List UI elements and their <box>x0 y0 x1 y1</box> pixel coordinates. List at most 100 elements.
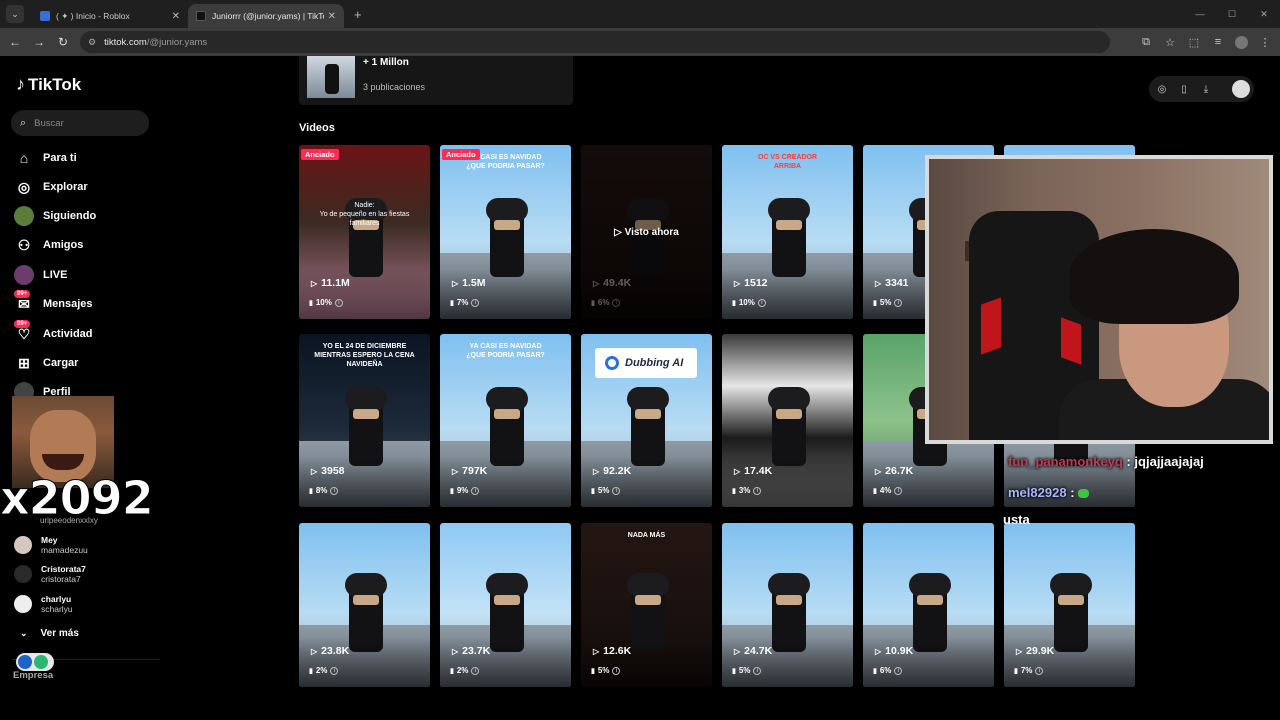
collection-thumbnail <box>307 56 355 98</box>
reload-icon[interactable]: ↻ <box>51 35 75 49</box>
engagement-rate: ▮ 3% i <box>732 486 762 495</box>
video-card[interactable]: ▷ 24.7K ▮ 5% i <box>722 523 853 687</box>
search-input[interactable]: ⌕ Buscar <box>11 110 149 136</box>
play-icon: ▷ <box>452 466 459 476</box>
collection-card[interactable]: + 1 Millon 3 publicaciones <box>299 56 573 105</box>
info-icon[interactable]: i <box>894 666 903 675</box>
bar-chart-icon: ▮ <box>873 667 877 675</box>
info-icon[interactable]: i <box>757 298 766 307</box>
play-icon: ▷ <box>593 278 600 288</box>
back-icon[interactable]: ← <box>3 35 27 49</box>
sidebar-item-explorar[interactable]: ◎ Explorar <box>14 177 88 197</box>
view-count: ▷ 1512 <box>734 277 768 289</box>
view-count: ▷ 23.7K <box>452 645 490 657</box>
close-tab-icon[interactable]: ✕ <box>172 11 180 22</box>
chat-text: : jqjajjaajajaj <box>1126 454 1204 469</box>
video-card[interactable]: OC VS CREADOR ARRIBA ▷ 1512 ▮ 10% i <box>722 145 853 319</box>
business-apps-icon[interactable] <box>16 653 54 671</box>
engagement-value: 5% <box>597 486 610 495</box>
video-card[interactable]: NADA MÁS ▷ 12.6K ▮ 5% i <box>581 523 712 687</box>
close-window-icon[interactable]: ✕ <box>1248 9 1280 20</box>
info-icon[interactable]: i <box>334 298 343 307</box>
engagement-value: 5% <box>738 666 751 675</box>
video-card[interactable]: YA CASI ES NAVIDAD ¿QUE PODRIA PASAR? ▷ 797… <box>440 334 571 507</box>
sidebar-item-cargar[interactable]: ⊞ Cargar <box>14 353 78 373</box>
mobile-icon[interactable]: ▯ <box>1179 84 1189 95</box>
info-icon[interactable]: i <box>612 486 621 495</box>
chat-text: : <box>1070 485 1075 500</box>
browser-menu-icon[interactable]: ⋮ <box>1258 36 1272 49</box>
engagement-value: 2% <box>315 666 328 675</box>
browser-tab-tiktok[interactable]: Juniorrr (@junior.yams) | TikTok ✕ <box>188 4 344 28</box>
video-card[interactable]: ▷ Visto ahora ▷ 49.4K ▮ 6% i <box>581 145 712 319</box>
sidebar-item-mensajes[interactable]: ✉ 99+ Mensajes <box>14 290 93 314</box>
user-avatar-icon[interactable] <box>1232 80 1250 98</box>
info-icon[interactable]: i <box>1035 666 1044 675</box>
sidebar-item-live[interactable]: LIVE <box>14 265 67 285</box>
bookmark-star-icon[interactable]: ☆ <box>1163 36 1177 49</box>
business-label[interactable]: Empresa <box>13 670 53 681</box>
site-info-icon[interactable]: ⚙ <box>88 37 96 48</box>
forward-icon[interactable]: → <box>27 35 51 49</box>
following-account-mey[interactable]: Mey mamadezuu <box>14 534 88 556</box>
info-icon[interactable]: i <box>612 298 621 307</box>
sidebar-item-siguiendo[interactable]: Siguiendo <box>14 206 96 226</box>
sidebar: ♪ TikTok ⌕ Buscar ⌂ Para ti ◎ Explorar S… <box>0 56 160 720</box>
address-bar[interactable]: ⚙ tiktok.com /@junior.yams <box>80 31 1110 53</box>
info-icon[interactable]: i <box>471 666 480 675</box>
search-placeholder: Buscar <box>34 117 64 129</box>
see-more-button[interactable]: ⌄ Ver más <box>20 628 79 639</box>
view-count: ▷ 92.2K <box>593 465 631 477</box>
video-card[interactable]: Nadie: Yo de pequeño en las fiestas famil… <box>299 145 430 319</box>
info-icon[interactable]: i <box>753 666 762 675</box>
account-name: charlyu <box>41 594 72 604</box>
extensions-icon[interactable]: ⬚ <box>1187 36 1201 49</box>
tab-search-icon[interactable]: ⌄ <box>6 5 24 23</box>
view-count-value: 1.5M <box>462 277 486 289</box>
video-card[interactable]: ▷ 17.4K ▮ 3% i <box>722 334 853 507</box>
chat-message: fun_panamonkeyq : jqjajjaajajaj <box>1008 454 1204 469</box>
cast-icon[interactable]: ⧉ <box>1139 36 1153 49</box>
download-icon[interactable]: ⤓ <box>1201 84 1211 95</box>
info-icon[interactable]: i <box>612 666 621 675</box>
video-card[interactable]: YA CASI ES NAVIDAD ¿QUE PODRIA PASAR? Anci… <box>440 145 571 319</box>
info-icon[interactable]: i <box>894 486 903 495</box>
video-card[interactable]: Dubbing AI ▷ 92.2K ▮ 5% i <box>581 334 712 507</box>
video-card[interactable]: YO EL 24 DE DICIEMBRE MIENTRAS ESPERO LA… <box>299 334 430 507</box>
video-card[interactable]: ▷ 23.8K ▮ 2% i <box>299 523 430 687</box>
maximize-icon[interactable]: ☐ <box>1216 9 1248 20</box>
sidebar-item-amigos[interactable]: ⚇ Amigos <box>14 235 84 255</box>
view-count: ▷ 3958 <box>311 465 345 477</box>
info-icon[interactable]: i <box>471 486 480 495</box>
sidebar-item-actividad[interactable]: ♡ 99+ Actividad <box>14 320 93 344</box>
video-card[interactable]: ▷ 23.7K ▮ 2% i <box>440 523 571 687</box>
view-count: ▷ 49.4K <box>593 277 631 289</box>
sidebar-item-para-ti[interactable]: ⌂ Para ti <box>14 148 77 168</box>
following-account-charlyu[interactable]: charlyu scharlyu <box>14 593 73 615</box>
url-path: /@junior.yams <box>146 36 208 48</box>
engagement-rate: ▮ 8% i <box>309 486 339 495</box>
video-card[interactable]: ▷ 10.9K ▮ 6% i <box>863 523 994 687</box>
info-icon[interactable]: i <box>330 486 339 495</box>
minimize-icon[interactable]: — <box>1184 9 1216 19</box>
view-count-value: 12.6K <box>603 645 632 657</box>
chat-user: fun_panamonkeyq <box>1008 454 1123 469</box>
tiktok-logo[interactable]: ♪ TikTok <box>16 74 81 95</box>
compass-icon[interactable]: ◎ <box>1157 84 1167 95</box>
browser-actions: ⧉ ☆ ⬚ ≡ ⋮ <box>1139 28 1272 56</box>
new-tab-icon[interactable]: + <box>354 7 362 22</box>
browser-tab-roblox[interactable]: ( ✦ ) Inicio - Roblox ✕ <box>32 4 188 28</box>
info-icon[interactable]: i <box>894 298 903 307</box>
following-avatar-icon <box>14 206 34 226</box>
following-account-cristorata7[interactable]: Cristorata7 cristorata7 <box>14 563 86 585</box>
media-icon[interactable]: ≡ <box>1211 36 1225 48</box>
sidebar-item-label: Cargar <box>43 357 79 369</box>
close-tab-icon[interactable]: ✕ <box>328 11 336 22</box>
info-icon[interactable]: i <box>753 486 762 495</box>
info-icon[interactable]: i <box>471 298 480 307</box>
browser-profile-icon[interactable] <box>1235 35 1248 49</box>
info-icon[interactable]: i <box>330 666 339 675</box>
video-card[interactable]: ▷ 29.9K ▮ 7% i <box>1004 523 1135 687</box>
bar-chart-icon: ▮ <box>591 667 595 675</box>
view-count: ▷ 29.9K <box>1016 645 1054 657</box>
